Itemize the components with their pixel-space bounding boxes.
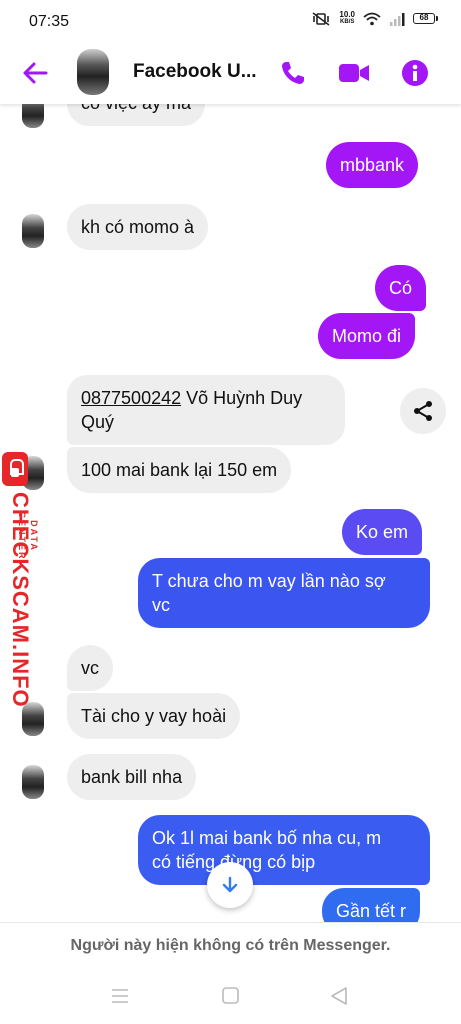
message-incoming[interactable]: có việc ấy mà [67,104,206,126]
vibrate-mute-icon [312,11,330,26]
message-line: Quý [81,412,115,432]
message-text: vc [81,658,99,678]
share-button[interactable] [400,388,446,434]
message-text: Ko em [356,522,409,542]
net-speed-unit: KB/S [340,19,355,25]
message-incoming[interactable]: 0877500242 Võ Huỳnh Duy Quý [67,375,345,445]
net-speed-value: 10.0 [339,10,355,19]
message-text: Võ Huỳnh Duy [181,388,303,408]
message-outgoing[interactable]: Ko em [342,509,423,555]
unavailable-notice: Người này hiện không có trên Messenger. [0,922,461,968]
message-line: 0877500242 Võ Huỳnh Duy [81,386,331,410]
message-incoming[interactable]: bank bill nha [67,754,197,800]
message-text: mbbank [340,155,405,175]
message-text: có việc ấy mà [81,104,191,115]
phone-number-link[interactable]: 0877500242 [81,388,181,408]
sender-avatar [22,214,44,248]
message-outgoing[interactable]: mbbank [326,142,419,188]
message-line: Ok 1l mai bank bố nha cu, m [152,828,382,848]
sender-avatar [22,765,44,799]
status-bar: 07:35 10.0 KB/S 68 [0,0,461,42]
phone-icon[interactable] [279,59,307,87]
info-icon[interactable] [401,59,429,87]
home-icon[interactable] [222,987,239,1004]
message-incoming[interactable]: kh có momo à [67,204,209,250]
message-text: Gần tết r [336,901,407,921]
message-line: vc [152,595,170,615]
message-outgoing[interactable]: T chưa cho m vay lần nào sợ vc [138,558,430,628]
message-text: Tài cho y vay hoài [81,706,227,726]
message-incoming[interactable]: vc [67,645,113,691]
contact-name[interactable]: Facebook U... [133,61,257,83]
message-text: kh có momo à [81,217,195,237]
message-outgoing[interactable]: Momo đi [318,313,416,359]
unavailable-notice-text: Người này hiện không có trên Messenger. [70,936,391,954]
message-outgoing[interactable]: Gần tết r [322,888,421,922]
message-incoming[interactable]: 100 mai bank lại 150 em [67,447,292,493]
message-text: 100 mai bank lại 150 em [81,460,278,480]
status-time: 07:35 [29,13,70,30]
back-nav-icon[interactable] [331,987,347,1005]
scroll-to-bottom-button[interactable] [207,862,253,908]
message-text: Momo đi [332,326,402,346]
message-line: có tiếng đừng có bịp [152,852,316,872]
message-line: T chưa cho m vay lần nào sợ [152,571,386,591]
signal-icon [390,12,405,26]
message-text: bank bill nha [81,767,183,787]
arrow-down-icon [222,876,238,893]
status-icons: 10.0 KB/S 68 [311,11,438,26]
message-outgoing[interactable]: Ok 1l mai bank bố nha cu, m có tiếng đừn… [138,815,430,885]
contact-avatar[interactable] [77,49,109,95]
menu-icon[interactable] [111,988,129,1004]
messenger-screen: 07:35 10.0 KB/S 68 Facebook U... mbbank … [0,0,461,1024]
system-nav-bar [0,968,461,1024]
sender-avatar [22,104,44,128]
message-text: Có [389,278,413,298]
message-outgoing[interactable]: Có [375,265,427,311]
watermark-lock-icon [2,452,28,486]
battery-indicator: 68 [413,13,438,24]
chat-header: Facebook U... [0,42,461,104]
video-camera-icon[interactable] [338,59,370,87]
net-speed: 10.0 KB/S [339,11,355,26]
watermark-main: CHECKSCAM.INFO [8,492,33,708]
message-incoming[interactable]: Tài cho y vay hoài [67,693,241,739]
share-icon [414,401,432,421]
wifi-icon [363,12,381,25]
message-list[interactable]: có việc ấy mà mbbank kh có momo à Có Mom… [0,104,461,922]
back-arrow-icon[interactable] [20,58,50,88]
